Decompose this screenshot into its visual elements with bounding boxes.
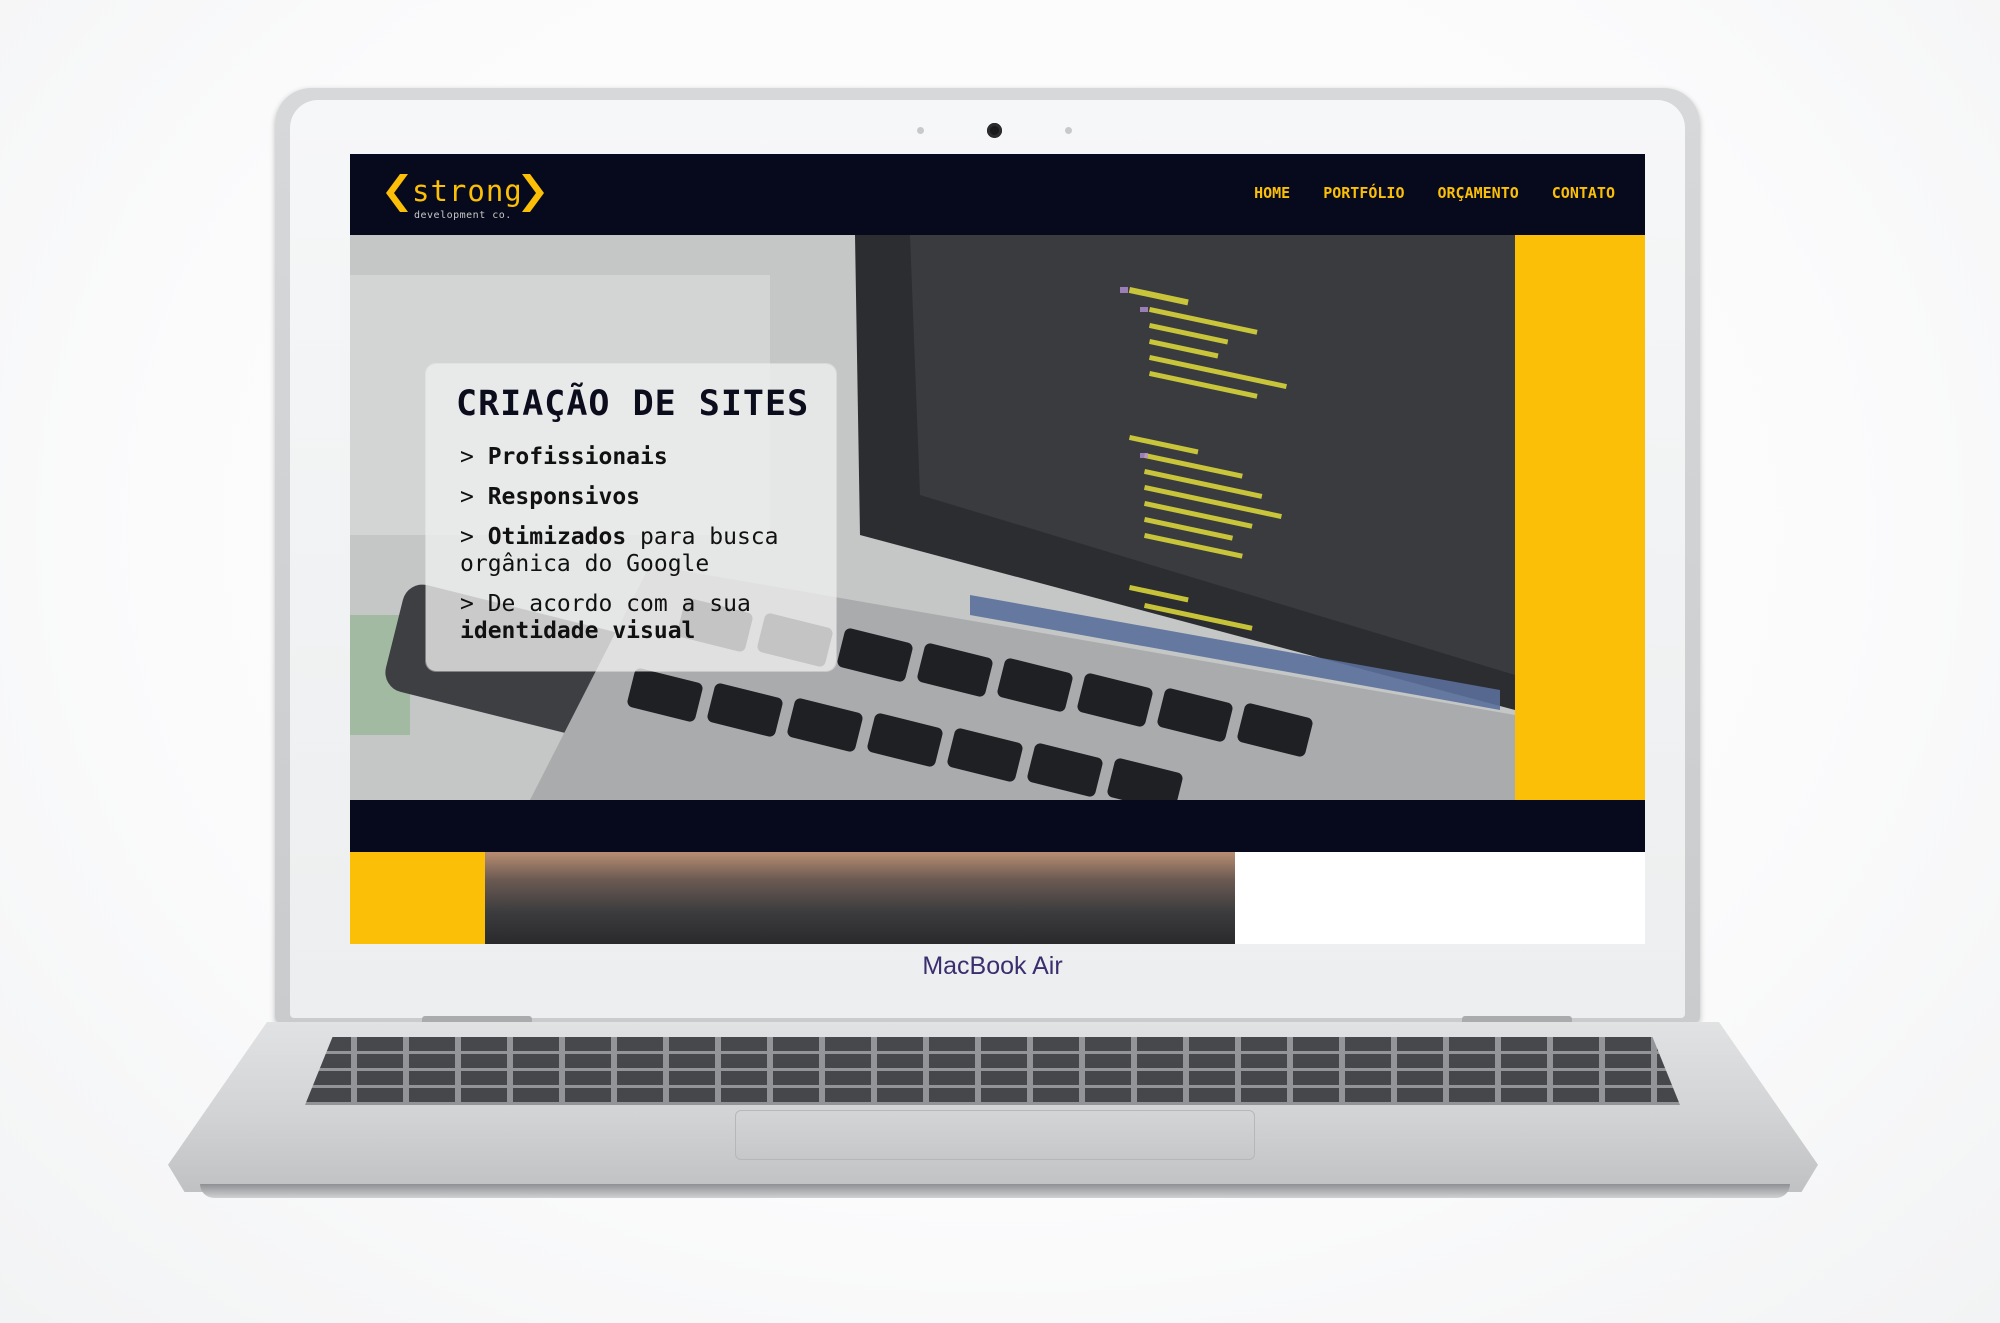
bullet-otimizados: > Otimizados para busca orgânica do Goog… [460, 524, 779, 577]
next-section [350, 852, 1645, 944]
bullet-identidade-visual: > De acordo com a sua identidade visual [460, 591, 751, 644]
logo-tagline: development co. [414, 210, 512, 221]
sensor-left [917, 127, 924, 134]
laptop-base-edge [200, 1184, 1790, 1198]
section-accent-block [350, 852, 485, 944]
webcam [987, 123, 1002, 138]
hero-bullet-list: > Profissionais > Responsivos > Otimizad… [460, 444, 830, 658]
hero-title: CRIAÇÃO DE SITES [456, 384, 810, 424]
laptop-brand-label: MacBook Air [922, 952, 1063, 980]
nav-home[interactable]: HOME [1254, 184, 1290, 202]
nav-contato[interactable]: CONTATO [1552, 184, 1615, 202]
laptop-trackpad [735, 1110, 1255, 1160]
nav-portfolio[interactable]: PORTFÓLIO [1323, 184, 1404, 202]
dark-divider-strip [350, 800, 1645, 852]
laptop-screen: strong development co. HOME PORTFÓLIO OR… [350, 154, 1645, 944]
hero-accent-block [1515, 235, 1645, 800]
logo-name: strong [412, 174, 523, 208]
hero-section: CRIAÇÃO DE SITES > Profissionais > Respo… [350, 235, 1645, 800]
bullet-responsivos: > Responsivos [460, 484, 641, 510]
bullet-profissionais: > Profissionais [460, 444, 668, 470]
site-logo[interactable]: strong development co. [380, 168, 560, 226]
nav-orcamento[interactable]: ORÇAMENTO [1438, 184, 1519, 202]
laptop-keyboard [305, 1037, 1680, 1105]
nav-menu: HOME PORTFÓLIO ORÇAMENTO CONTATO [1254, 184, 1615, 202]
site-navbar: strong development co. HOME PORTFÓLIO OR… [350, 154, 1645, 235]
section-photo [485, 852, 1235, 944]
sensor-right [1065, 127, 1072, 134]
hero-card: CRIAÇÃO DE SITES > Profissionais > Respo… [426, 364, 836, 671]
